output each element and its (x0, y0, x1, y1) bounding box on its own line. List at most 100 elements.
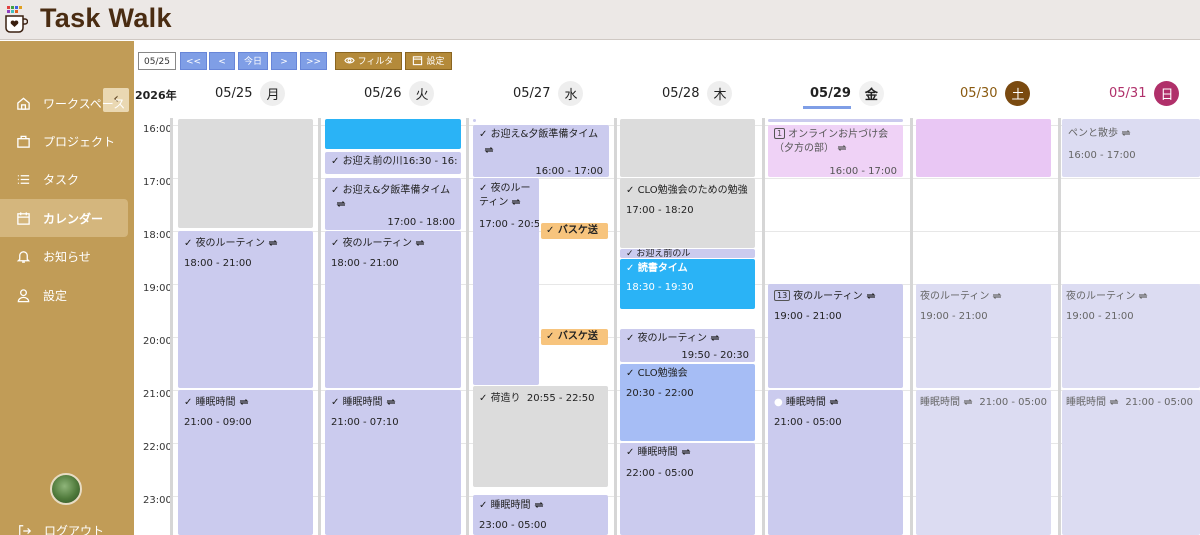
event-time: 17:00 - 20:55 (479, 219, 539, 230)
user-icon (17, 288, 30, 302)
sidebar-item-workspace[interactable]: ワークスペース (0, 84, 128, 122)
event-title: CLO勉強会 (637, 368, 688, 379)
calendar-event[interactable]: ✓ バスケ送 (541, 223, 608, 239)
calendar-event[interactable] (325, 119, 461, 149)
day-header-sat[interactable]: 05/30 土 (960, 79, 1031, 107)
event-time: 19:00 - 21:00 (1066, 311, 1134, 322)
calendar-event[interactable] (620, 119, 755, 177)
calendar-event[interactable]: ✓ お迎え前の川16:30 - 16:50 (325, 152, 461, 174)
bell-icon (16, 250, 31, 263)
event-time: 22:00 - 05:00 (626, 468, 694, 479)
day-header-tue[interactable]: 05/26 火 (364, 79, 435, 107)
event-time: 19:00 - 21:00 (920, 311, 988, 322)
calendar-event[interactable]: ✓ お迎え&夕飯準備タイム 17:00 - 18:00 (325, 178, 461, 230)
calendar-event[interactable]: ✓ 夜のルーティン 18:00 - 21:00 (178, 231, 313, 388)
current-date-field[interactable]: 05/25 (138, 52, 176, 70)
event-time: 18:30 - 19:30 (626, 282, 694, 293)
calendar-event[interactable]: ✓ バスケ送 (541, 329, 608, 345)
repeat-icon (415, 240, 425, 246)
event-time: 21:00 - 07:10 (331, 417, 399, 428)
sidebar-item-label: お知らせ (43, 249, 91, 264)
calendar-event[interactable]: ✓ CLO勉強会 20:30 - 22:00 (620, 364, 755, 441)
event-title: CLO勉強会のための勉強 (637, 185, 748, 196)
calendar-event[interactable]: ✓ CLO勉強会のための勉強 17:00 - 18:20 (620, 178, 755, 248)
calendar-event[interactable]: 夜のルーティン 19:00 - 21:00 (1062, 284, 1200, 388)
day-divider (1058, 118, 1061, 535)
calendar-event[interactable]: ペンと散歩 16:00 - 17:00 (1062, 119, 1200, 177)
sidebar-item-settings[interactable]: 設定 (0, 276, 128, 314)
status-dot-icon: ● (774, 397, 783, 408)
event-time: 19:50 - 20:30 (681, 350, 749, 361)
calendar-event-stub (473, 119, 476, 122)
calendar-event[interactable] (916, 119, 1051, 177)
calendar-event[interactable]: ✓ 夜のルーティン 17:00 - 20:55 (473, 178, 539, 385)
logout-button[interactable]: ログアウト (18, 522, 104, 535)
event-title: バスケ送 (557, 225, 598, 236)
filter-button[interactable]: フィルタ (335, 52, 402, 70)
calendar-event[interactable]: ✓ 睡眠時間 22:00 - 05:00 (620, 443, 755, 535)
calendar-event[interactable]: ● 睡眠時間 21:00 - 05:00 (768, 390, 903, 535)
hour-label: 18:00 (143, 230, 172, 241)
sidebar-item-project[interactable]: プロジェクト (0, 122, 128, 160)
sidebar-item-calendar[interactable]: カレンダー (0, 199, 128, 237)
day-date: 05/26 (364, 85, 402, 101)
calendar-event[interactable]: 睡眠時間 21:00 - 05:00 (1062, 390, 1200, 535)
day-header-fri[interactable]: 05/29 金 (810, 79, 884, 107)
repeat-icon (534, 502, 544, 508)
calendar-event[interactable]: ✓ 読書タイム 18:30 - 19:30 (620, 259, 755, 309)
day-divider (466, 118, 469, 535)
event-title: お迎え前のル (636, 249, 691, 258)
today-button[interactable]: 今日 (238, 52, 268, 70)
next-week-button[interactable]: >> (300, 52, 327, 70)
repeat-icon (336, 201, 346, 207)
event-time: 16:00 - 17:00 (535, 166, 603, 177)
sidebar-item-task[interactable]: タスク (0, 160, 128, 198)
calendar-event[interactable]: 1 オンラインお片づけ会（夕方の部） 16:00 - 17:00 (768, 125, 903, 177)
event-title: ペンと散歩 (1068, 128, 1118, 139)
day-header-thu[interactable]: 05/28 木 (662, 79, 733, 107)
app-header: Task Walk (0, 0, 1200, 40)
calendar-event[interactable]: ✓ 睡眠時間 21:00 - 07:10 (325, 390, 461, 535)
event-title: 夜のルーティン (342, 238, 412, 249)
day-date: 05/28 (662, 85, 700, 101)
event-title: オンラインお片づけ会（夕方の部） (774, 129, 889, 154)
day-header-wed[interactable]: 05/27 水 (513, 79, 584, 107)
sidebar: ‹ ワークスペース プロジェクト タスク カレンダー お知らせ 設定 (0, 41, 134, 535)
day-date: 05/25 (215, 85, 253, 101)
calendar-event[interactable]: ✓ 夜のルーティン 18:00 - 21:00 (325, 231, 461, 388)
day-divider (318, 118, 321, 535)
prev-week-button[interactable]: << (180, 52, 207, 70)
day-divider (614, 118, 617, 535)
event-time: 18:00 - 21:00 (331, 258, 399, 269)
calendar-event[interactable]: 13 夜のルーティン 19:00 - 21:00 (768, 284, 903, 388)
calendar-settings-button[interactable]: 設定 (405, 52, 452, 70)
app-logo-icon (5, 6, 28, 33)
weekday-badge: 土 (1005, 80, 1031, 106)
calendar-event[interactable]: ✓ 夜のルーティン 19:50 - 20:30 (620, 329, 755, 362)
calendar-event[interactable]: ✓ 荷造り 20:55 - 22:50 (473, 386, 608, 487)
next-day-button[interactable]: > (271, 52, 297, 70)
hour-label: 16:00 (143, 124, 172, 135)
calendar-event[interactable]: ✓ お迎え前のル (620, 249, 755, 258)
event-time: 18:00 - 21:00 (184, 258, 252, 269)
event-time: 21:00 - 05:00 (774, 417, 842, 428)
user-avatar[interactable] (50, 473, 82, 505)
filter-label: フィルタ (357, 57, 394, 67)
app-title: Task Walk (40, 3, 172, 33)
calendar-event[interactable] (178, 119, 313, 228)
event-title: 夜のルーティン (479, 183, 531, 208)
prev-day-button[interactable]: < (209, 52, 235, 70)
day-header-sun[interactable]: 05/31 日 (1109, 79, 1180, 107)
calendar-event[interactable]: 睡眠時間 21:00 - 05:00 (916, 390, 1051, 535)
calendar-event[interactable]: ✓ お迎え&夕飯準備タイム 16:00 - 17:00 (473, 125, 609, 177)
day-divider (910, 118, 913, 535)
hour-label: 19:00 (143, 283, 172, 294)
sidebar-item-notifications[interactable]: お知らせ (0, 237, 128, 275)
calendar-event[interactable]: ✓ 睡眠時間 21:00 - 09:00 (178, 390, 313, 535)
calendar-event[interactable]: 夜のルーティン 19:00 - 21:00 (916, 284, 1051, 388)
calendar-event[interactable]: ✓ 睡眠時間 23:00 - 05:00 (473, 495, 608, 535)
event-title: 睡眠時間 (637, 447, 678, 458)
event-title: 夜のルーティン (637, 333, 707, 344)
day-header-mon[interactable]: 05/25 月 (215, 79, 286, 107)
event-title: 睡眠時間 (490, 500, 531, 511)
